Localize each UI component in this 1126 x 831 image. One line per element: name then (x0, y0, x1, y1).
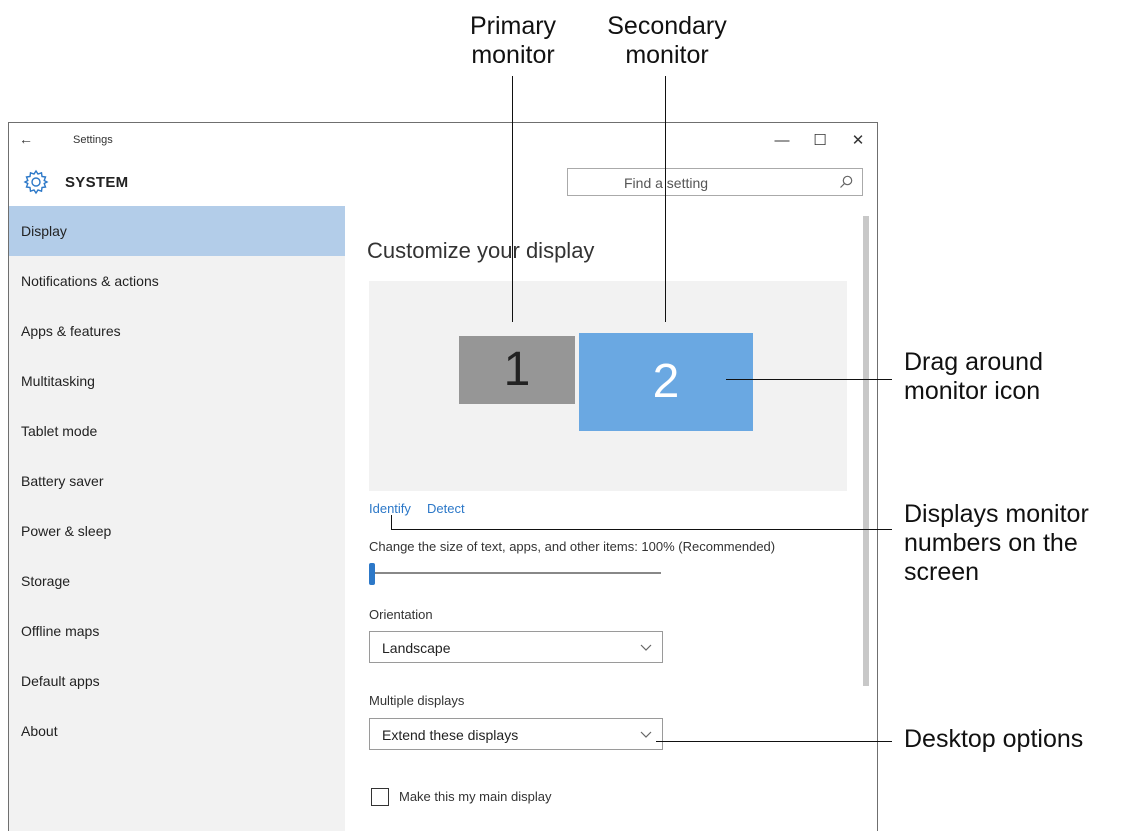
back-arrow-icon[interactable]: ← (19, 131, 33, 147)
identify-link[interactable]: Identify (369, 501, 411, 516)
minimize-button[interactable]: — (767, 129, 797, 153)
sidebar: Display Notifications & actions Apps & f… (9, 206, 345, 831)
display-arrangement-area: 1 2 (369, 281, 847, 491)
multiple-displays-label: Multiple displays (369, 693, 465, 708)
sidebar-item-power-sleep[interactable]: Power & sleep (9, 506, 345, 556)
sidebar-item-display[interactable]: Display (9, 206, 345, 256)
scrollbar[interactable] (863, 206, 869, 826)
identify-leader-line (391, 529, 892, 530)
scrollbar-thumb[interactable] (863, 216, 869, 686)
sidebar-item-tablet-mode[interactable]: Tablet mode (9, 406, 345, 456)
primary-monitor-number: 1 (503, 343, 531, 396)
callout-secondary-monitor: Secondary monitor (607, 12, 727, 69)
gear-icon (23, 169, 49, 195)
sidebar-item-offline-maps[interactable]: Offline maps (9, 606, 345, 656)
title-bar: ← Settings — ☐ ✕ (9, 123, 877, 159)
search-placeholder: Find a setting (624, 175, 709, 191)
primary-monitor-tile[interactable]: 1 (459, 336, 575, 404)
scale-slider-thumb[interactable] (369, 563, 375, 585)
page-title: Customize your display (367, 238, 595, 263)
identify-leader-stub (391, 515, 392, 529)
scale-slider-track[interactable] (371, 572, 661, 574)
sidebar-item-apps-features[interactable]: Apps & features (9, 306, 345, 356)
desktop-options-leader-line (656, 741, 892, 742)
orientation-label: Orientation (369, 607, 433, 622)
sidebar-item-multitasking[interactable]: Multitasking (9, 356, 345, 406)
scale-label: Change the size of text, apps, and other… (369, 539, 776, 554)
callout-desktop-options: Desktop options (904, 725, 1084, 753)
maximize-button[interactable]: ☐ (805, 129, 835, 153)
main-content: Customize your display 1 2 Identify Dete… (345, 206, 877, 831)
sidebar-item-storage[interactable]: Storage (9, 556, 345, 606)
sidebar-item-default-apps[interactable]: Default apps (9, 656, 345, 706)
orientation-dropdown[interactable]: Landscape (369, 631, 663, 663)
multiple-displays-dropdown[interactable]: Extend these displays (369, 718, 663, 750)
callout-drag-around: Drag around monitor icon (904, 348, 1043, 405)
close-button[interactable]: ✕ (843, 129, 873, 153)
settings-window: ← Settings — ☐ ✕ SYSTEM Find a setting D… (8, 122, 878, 831)
sidebar-item-battery-saver[interactable]: Battery saver (9, 456, 345, 506)
chevron-down-icon (640, 644, 652, 651)
secondary-monitor-leader-line (665, 76, 666, 322)
sidebar-item-about[interactable]: About (9, 706, 345, 756)
search-icon[interactable] (838, 174, 854, 190)
callout-displays-numbers: Displays monitor numbers on the screen (904, 500, 1089, 586)
secondary-monitor-tile[interactable]: 2 (579, 333, 753, 431)
detect-link[interactable]: Detect (427, 501, 465, 516)
section-title: SYSTEM (65, 174, 129, 191)
secondary-monitor-number: 2 (652, 355, 680, 408)
orientation-value: Landscape (382, 640, 451, 656)
drag-around-leader-line (726, 379, 892, 380)
primary-monitor-leader-line (512, 76, 513, 322)
main-display-checkbox-label: Make this my main display (399, 789, 552, 804)
chevron-down-icon (640, 731, 652, 738)
multiple-displays-value: Extend these displays (382, 727, 519, 743)
search-input[interactable]: Find a setting (567, 168, 863, 196)
settings-header: SYSTEM Find a setting (9, 159, 877, 205)
window-title: Settings (73, 134, 113, 146)
main-display-checkbox[interactable] (371, 788, 389, 806)
sidebar-item-notifications[interactable]: Notifications & actions (9, 256, 345, 306)
callout-primary-monitor: Primary monitor (469, 12, 557, 69)
